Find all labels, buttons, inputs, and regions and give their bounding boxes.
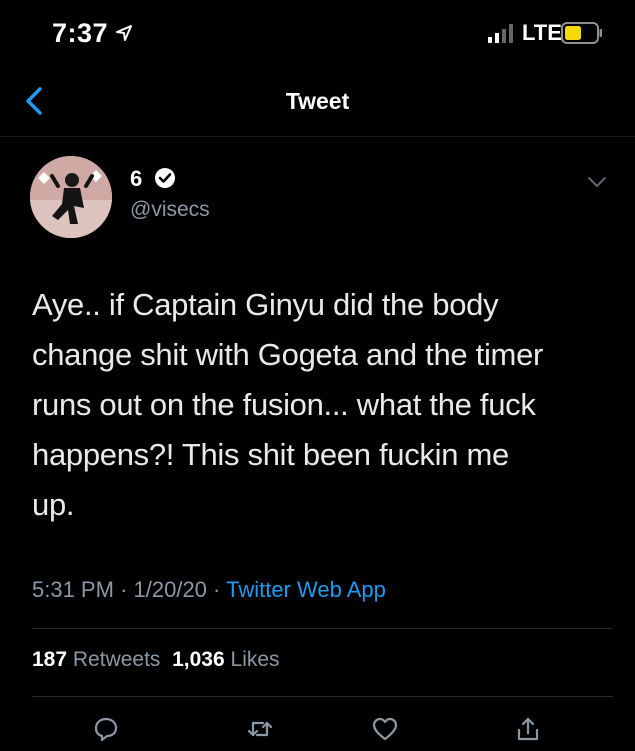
nav-bar: Tweet — [0, 66, 635, 137]
tweet-date: 1/20/20 — [133, 577, 207, 602]
divider — [32, 696, 613, 697]
tweet-text-line: runs out on the fusion... what the fuck — [32, 387, 536, 422]
display-name[interactable]: 6 — [130, 166, 142, 192]
tweet-text: Aye.. if Captain Ginyu did the body chan… — [32, 280, 604, 530]
like-icon[interactable] — [371, 715, 399, 743]
tweet-text-line: Aye.. if Captain Ginyu did the body — [32, 287, 499, 322]
reply-icon[interactable] — [92, 715, 120, 743]
retweets-count: 187 — [32, 648, 68, 671]
tweet-source-link[interactable]: Twitter Web App — [226, 577, 386, 602]
avatar-image — [30, 156, 112, 238]
tweet-text-line: up. — [32, 487, 75, 522]
retweets-stat[interactable]: 187 Retweets — [32, 648, 160, 671]
retweet-icon[interactable] — [246, 715, 274, 743]
likes-stat[interactable]: 1,036 Likes — [172, 648, 279, 671]
chevron-down-icon[interactable] — [586, 174, 608, 190]
location-icon — [116, 25, 132, 41]
page-title: Tweet — [285, 88, 350, 114]
avatar[interactable] — [30, 156, 112, 238]
status-time: 7:37 — [52, 18, 109, 48]
retweets-label: Retweets — [72, 648, 161, 671]
tweet-text-line: happens?! This shit been fuckin me — [32, 437, 509, 472]
likes-count: 1,036 — [172, 648, 225, 671]
divider — [32, 628, 613, 629]
tweet-text-line: change shit with Gogeta and the timer — [32, 337, 544, 372]
meta-separator: · — [213, 577, 221, 602]
signal-icon — [488, 24, 513, 43]
share-icon[interactable] — [514, 715, 542, 743]
tweet-time: 5:31 PM — [32, 577, 114, 602]
verified-badge-icon — [155, 168, 175, 188]
meta-separator: · — [120, 577, 128, 602]
likes-label: Likes — [230, 648, 280, 671]
tweet-stats: 187 Retweets 1,036 Likes — [32, 648, 280, 672]
status-bar: 7:37 LTE — [0, 0, 635, 66]
tweet-meta: 5:31 PM · 1/20/20 · Twitter Web App — [32, 577, 386, 603]
network-label: LTE — [522, 20, 562, 45]
username[interactable]: @visecs — [130, 198, 210, 222]
battery-icon — [561, 22, 602, 44]
